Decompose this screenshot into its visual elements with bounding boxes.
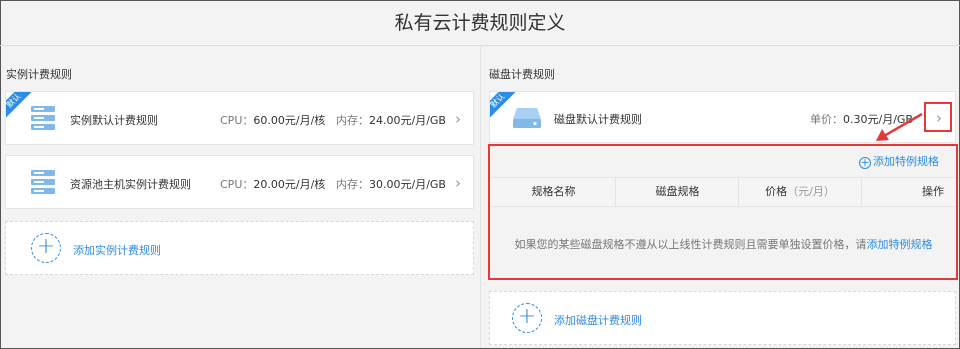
memory-label: 内存： [336,178,369,191]
memory-price: 内存：24.00元/月/GB [336,112,446,128]
memory-price: 内存：30.00元/月/GB [336,176,446,192]
cpu-value: 20.00元/月/核 [253,178,326,191]
chevron-right-icon[interactable]: › [455,112,461,127]
add-disk-rule-button[interactable]: + 添加磁盘计费规则 [489,291,956,345]
instance-rule-name: 实例默认计费规则 [70,114,158,127]
cpu-value: 60.00元/月/核 [253,114,326,127]
cpu-price: CPU：60.00元/月/核 [220,112,325,128]
instance-section-label: 实例计费规则 [6,68,72,81]
plus-icon: + [512,303,542,333]
add-instance-rule-button[interactable]: + 添加实例计费规则 [5,221,474,275]
column-divider [480,46,481,348]
add-special-spec-label: 添加特例规格 [873,155,939,168]
page-title: 私有云计费规则定义 [394,12,566,34]
plus-icon: + [31,233,61,263]
stack-icon [31,170,55,194]
empty-table-message: 如果您的某些磁盘规格不遵从以上线性计费规则且需要单独设置价格，请添加特例规格 [491,236,956,252]
arrow-icon [876,112,923,141]
chevron-highlight [924,102,952,132]
cpu-label: CPU： [220,114,254,127]
plus-icon: + [859,156,871,169]
memory-label: 内存： [336,114,369,127]
column-price: 价格（元/月） [739,178,861,206]
add-special-spec-link[interactable]: + 添加特例规格 [859,153,939,169]
disk-icon [513,108,541,128]
add-disk-rule-label: 添加磁盘计费规则 [554,314,642,327]
column-disk-spec: 磁盘规格 [655,185,700,198]
disk-rule-name: 磁盘默认计费规则 [554,113,642,126]
column-spec-name: 规格名称 [531,185,576,198]
empty-message-text: 如果您的某些磁盘规格不遵从以上线性计费规则且需要单独设置价格，请 [514,238,867,251]
column-price-unit: （元/月） [787,185,835,198]
add-instance-rule-label: 添加实例计费规则 [73,244,161,257]
instance-rule-card-default[interactable]: 默认 实例默认计费规则 CPU：60.00元/月/核 内存：24.00元/月/G… [5,91,474,145]
instance-rule-card-pool[interactable]: 资源池主机实例计费规则 CPU：20.00元/月/核 内存：30.00元/月/G… [5,155,474,209]
memory-value: 24.00元/月/GB [369,114,446,127]
disk-section-label: 磁盘计费规则 [489,68,555,81]
stack-icon [31,106,55,130]
unit-price-label: 单价： [810,113,843,126]
column-actions: 操作 [922,185,944,198]
column-price-label: 价格 [765,185,788,198]
chevron-right-icon[interactable]: › [455,176,461,191]
memory-value: 30.00元/月/GB [369,178,446,191]
add-special-spec-inline-link[interactable]: 添加特例规格 [867,238,933,251]
special-spec-table-header: 规格名称 磁盘规格 价格（元/月） 操作 [491,177,956,207]
instance-rule-name: 资源池主机实例计费规则 [70,178,191,191]
cpu-label: CPU： [220,178,254,191]
cpu-price: CPU：20.00元/月/核 [220,176,325,192]
